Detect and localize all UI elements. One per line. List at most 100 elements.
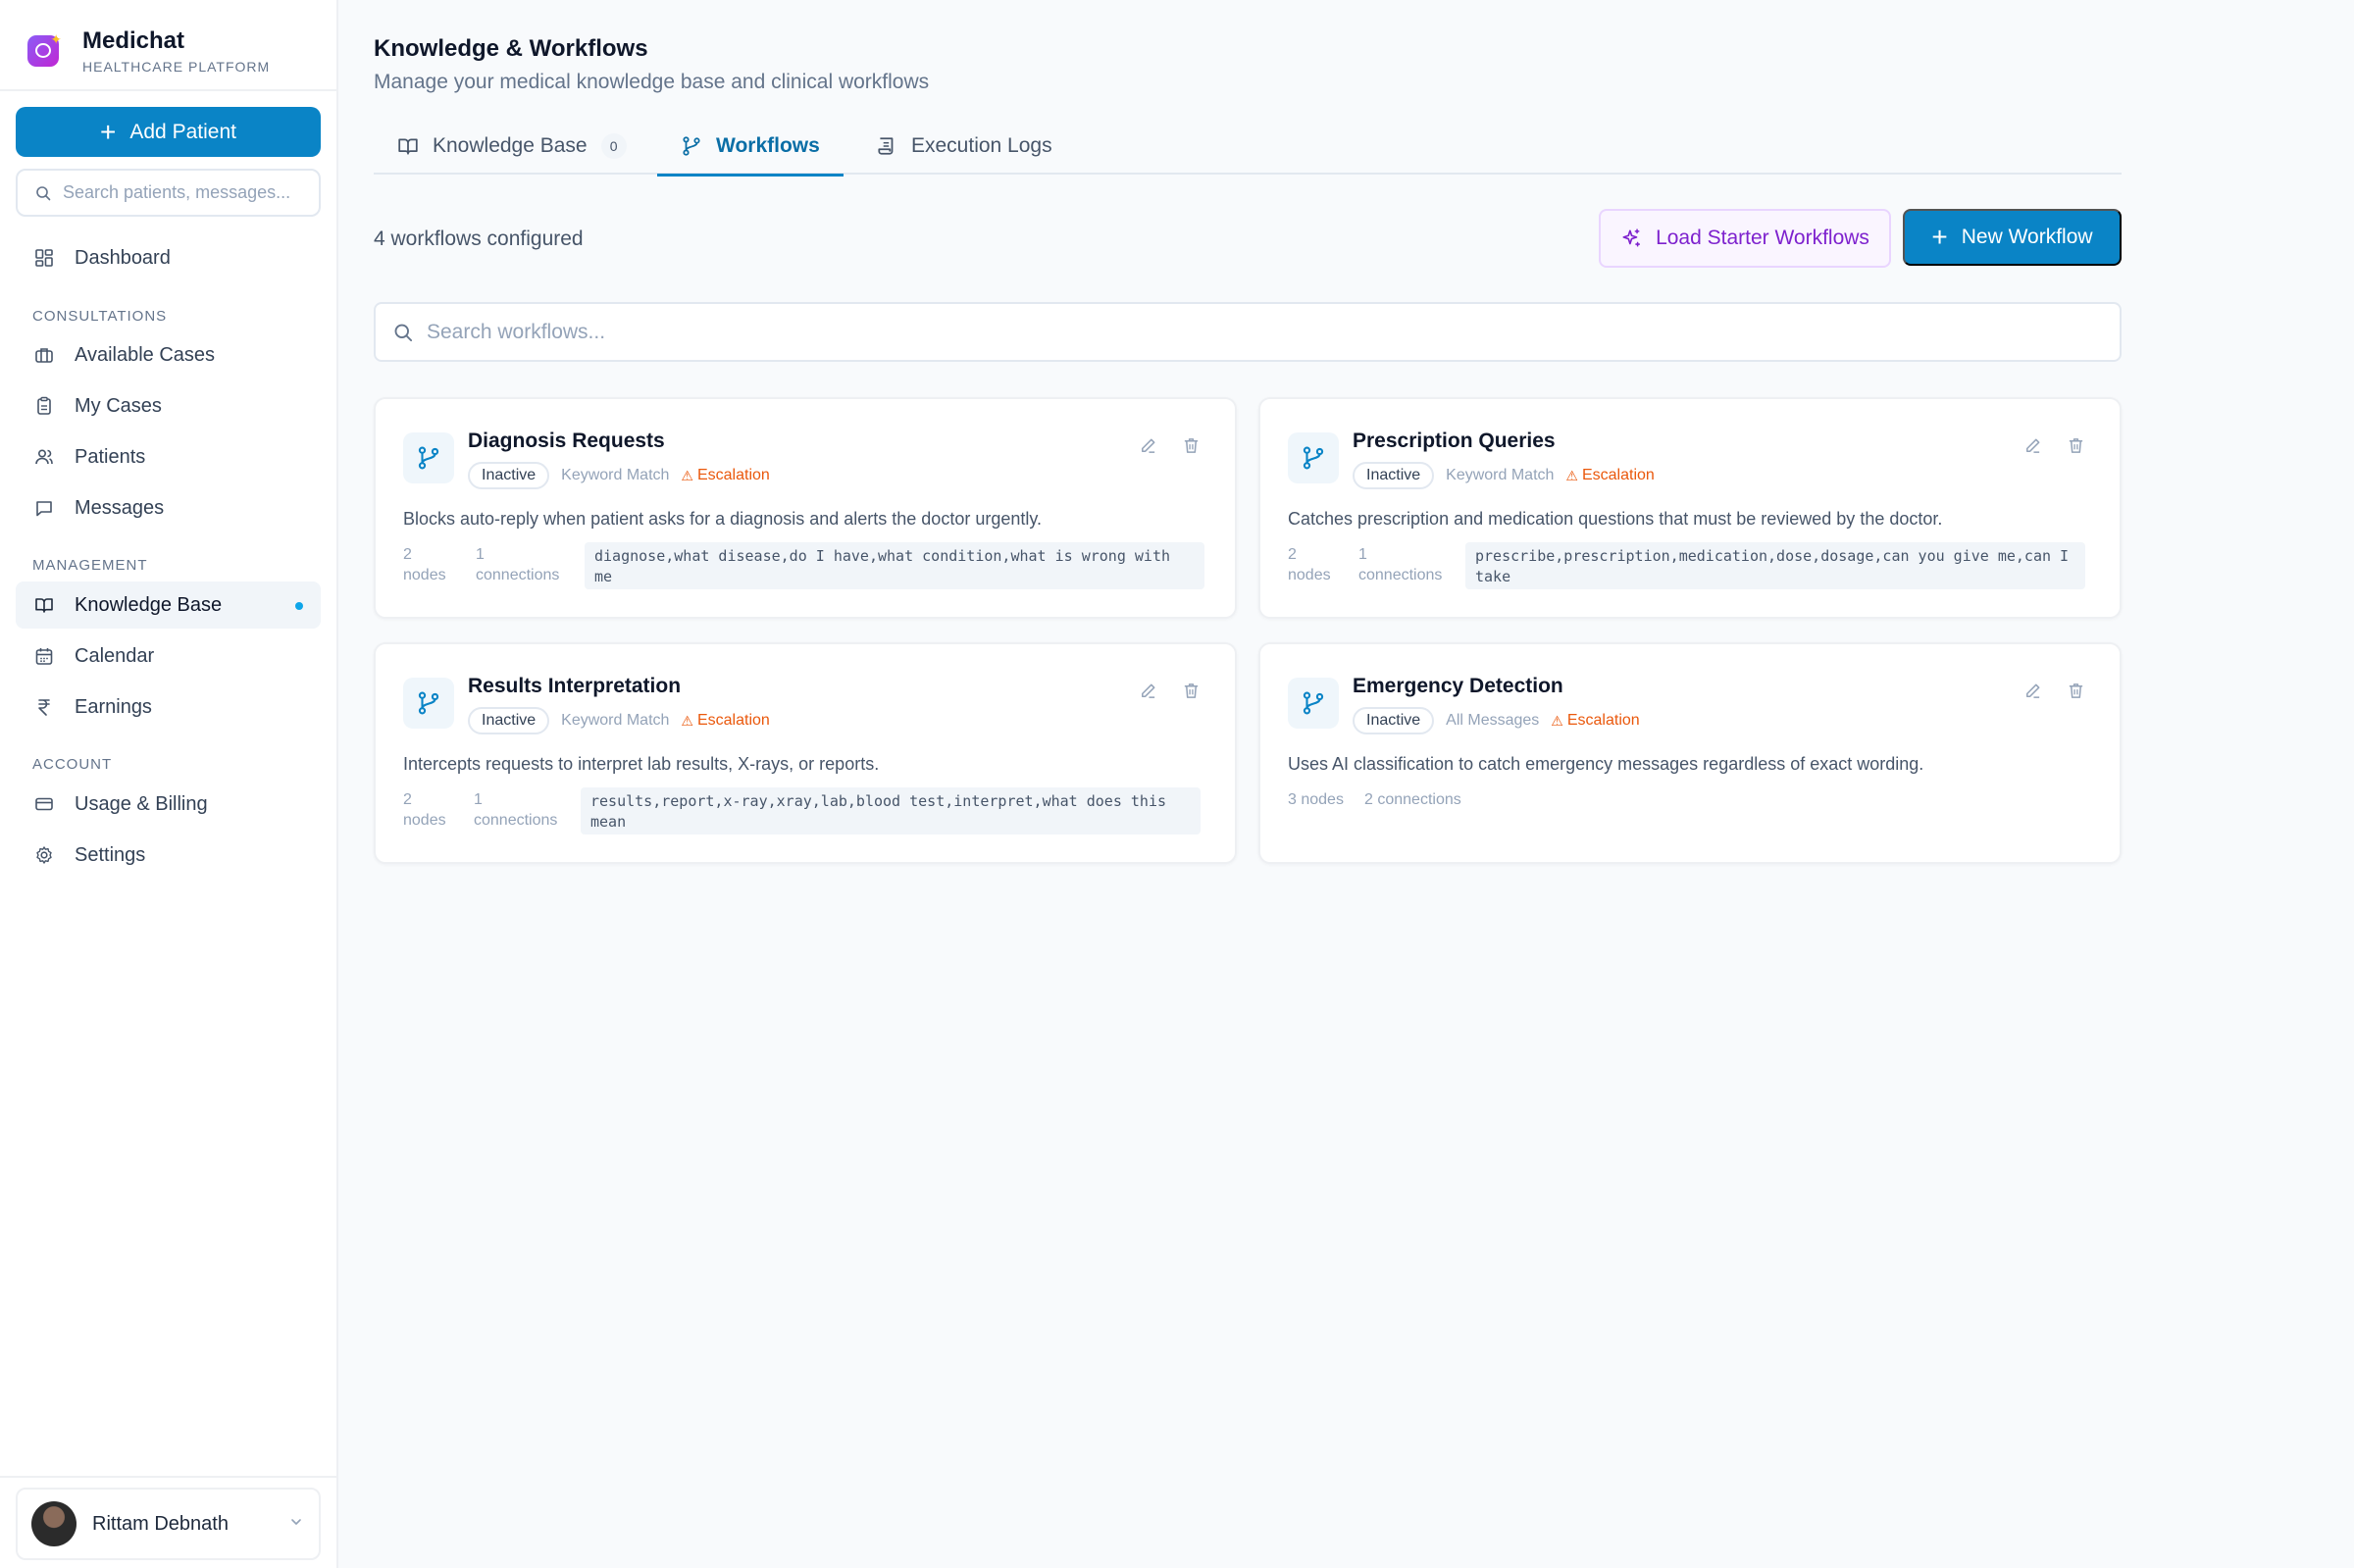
tab-knowledge-base[interactable]: Knowledge Base 0: [374, 118, 650, 175]
book-open-icon: [397, 135, 419, 157]
sidebar-item-label: My Cases: [75, 394, 162, 417]
sidebar-item-calendar[interactable]: Calendar: [16, 632, 321, 680]
action-type: ⚠ Escalation: [1565, 467, 1654, 484]
workflow-search: [374, 302, 2122, 362]
edit-pencil-icon[interactable]: [2021, 434, 2043, 456]
sidebar-item-dashboard[interactable]: Dashboard: [16, 234, 321, 281]
sidebar-item-usage-billing[interactable]: Usage & Billing: [16, 781, 321, 828]
tab-bar: Knowledge Base 0 Workflows Execution Log…: [374, 118, 2122, 177]
sidebar-item-messages[interactable]: Messages: [16, 484, 321, 531]
tab-workflows[interactable]: Workflows: [657, 118, 844, 177]
search-icon: [394, 324, 413, 341]
workflow-meta: Inactive Keyword Match ⚠ Escalation: [468, 707, 770, 734]
action-type: ⚠ Escalation: [681, 712, 769, 730]
sidebar-item-label: Available Cases: [75, 343, 216, 366]
brand-name: Medichat: [82, 27, 185, 54]
rupee-icon: [33, 696, 55, 718]
status-badge: Inactive: [468, 462, 550, 489]
workflow-title: Results Interpretation: [468, 675, 682, 697]
workflow-keywords: prescribe,prescription,medication,dose,d…: [1465, 542, 2085, 589]
sidebar-search-input[interactable]: [63, 182, 308, 203]
git-branch-icon: [403, 432, 454, 483]
workflow-meta: Inactive Keyword Match ⚠ Escalation: [468, 462, 770, 489]
sidebar: ✦ Medichat HEALTHCARE PLATFORM + Add Pat…: [0, 0, 338, 1568]
workflow-card-prescription-queries[interactable]: Prescription Queries Inactive Keyword Ma…: [1258, 397, 2122, 619]
brand-subtitle: HEALTHCARE PLATFORM: [82, 59, 271, 75]
connection-count-label: connections: [474, 812, 558, 829]
alert-triangle-icon: ⚠: [681, 467, 693, 483]
connection-count-label: connections: [1358, 567, 1443, 583]
sidebar-item-my-cases[interactable]: My Cases: [16, 382, 321, 430]
active-indicator-dot: [295, 602, 303, 610]
sidebar-item-knowledge-base[interactable]: Knowledge Base: [16, 582, 321, 629]
alert-triangle-icon: ⚠: [1565, 467, 1578, 483]
status-badge: Inactive: [1353, 707, 1435, 734]
dashboard-grid-icon: [33, 247, 55, 269]
edit-pencil-icon[interactable]: [1137, 680, 1158, 701]
workflow-search-input[interactable]: [427, 320, 2094, 344]
sidebar-item-available-cases[interactable]: Available Cases: [16, 331, 321, 379]
node-count-label: nodes: [403, 567, 446, 583]
briefcase-icon: [33, 344, 55, 366]
connection-count-number: 1: [474, 791, 483, 808]
add-patient-label: Add Patient: [129, 120, 236, 143]
add-patient-button[interactable]: + Add Patient: [16, 107, 321, 157]
action-type: ⚠ Escalation: [681, 467, 769, 484]
book-open-icon: [33, 594, 55, 616]
sidebar-item-settings[interactable]: Settings: [16, 832, 321, 879]
card-actions: [2021, 434, 2086, 456]
sidebar-item-earnings[interactable]: Earnings: [16, 683, 321, 731]
node-count: 2 nodes: [403, 544, 446, 585]
trash-icon[interactable]: [1180, 434, 1202, 456]
git-branch-icon: [1288, 432, 1339, 483]
section-consultations: CONSULTATIONS: [32, 308, 168, 325]
edit-pencil-icon[interactable]: [1137, 434, 1158, 456]
section-management: MANAGEMENT: [32, 557, 148, 574]
workflow-keywords: diagnose,what disease,do I have,what con…: [585, 542, 1204, 589]
medichat-logo-icon: ✦: [27, 31, 62, 67]
workflow-title: Diagnosis Requests: [468, 430, 665, 452]
plus-icon: +: [100, 116, 117, 147]
git-branch-icon: [403, 678, 454, 729]
sidebar-item-patients[interactable]: Patients: [16, 433, 321, 481]
connection-count: 1 connections: [476, 544, 559, 585]
credit-card-icon: [33, 793, 55, 815]
trash-icon[interactable]: [2065, 434, 2086, 456]
alert-triangle-icon: ⚠: [681, 712, 693, 729]
alert-triangle-icon: ⚠: [1551, 712, 1563, 729]
workflow-description: Blocks auto-reply when patient asks for …: [403, 509, 1043, 529]
edit-pencil-icon[interactable]: [2021, 680, 2043, 701]
workflow-description: Catches prescription and medication ques…: [1288, 509, 1943, 529]
connection-count: 1 connections: [474, 789, 557, 831]
sidebar-item-label: Patients: [75, 445, 146, 468]
scroll-text-icon: [876, 135, 897, 157]
workflow-card-diagnosis-requests[interactable]: Diagnosis Requests Inactive Keyword Matc…: [374, 397, 1237, 619]
tab-label: Knowledge Base: [433, 134, 588, 157]
main-content: Knowledge & Workflows Manage your medica…: [338, 0, 2354, 1568]
node-count-label: nodes: [403, 812, 446, 829]
trigger-type: All Messages: [1446, 712, 1540, 729]
chevron-down-icon: [289, 1513, 303, 1534]
status-badge: Inactive: [468, 707, 550, 734]
divider: [0, 89, 338, 91]
sidebar-item-label: Settings: [75, 843, 146, 866]
tab-label: Workflows: [716, 134, 820, 157]
action-label: Escalation: [1581, 467, 1655, 483]
sidebar-item-label: Calendar: [75, 644, 155, 667]
new-workflow-button[interactable]: + New Workflow: [1903, 209, 2122, 266]
tab-count-badge: 0: [600, 133, 627, 159]
workflow-card-results-interpretation[interactable]: Results Interpretation Inactive Keyword …: [374, 642, 1237, 864]
sidebar-item-label: Earnings: [75, 695, 152, 718]
workflow-keywords: results,report,x-ray,xray,lab,blood test…: [581, 787, 1201, 835]
workflow-card-emergency-detection[interactable]: Emergency Detection Inactive All Message…: [1258, 642, 2122, 864]
workflow-title: Prescription Queries: [1353, 430, 1556, 452]
user-menu[interactable]: Rittam Debnath: [16, 1488, 321, 1560]
node-count: 2 nodes: [403, 789, 446, 831]
tab-execution-logs[interactable]: Execution Logs: [852, 118, 1076, 175]
brand[interactable]: ✦ Medichat HEALTHCARE PLATFORM: [27, 22, 270, 80]
workflow-title: Emergency Detection: [1353, 675, 1563, 697]
trash-icon[interactable]: [2065, 680, 2086, 701]
load-starter-workflows-button[interactable]: Load Starter Workflows: [1599, 209, 1891, 268]
trash-icon[interactable]: [1180, 680, 1202, 701]
node-count-number: 2: [1288, 546, 1297, 563]
